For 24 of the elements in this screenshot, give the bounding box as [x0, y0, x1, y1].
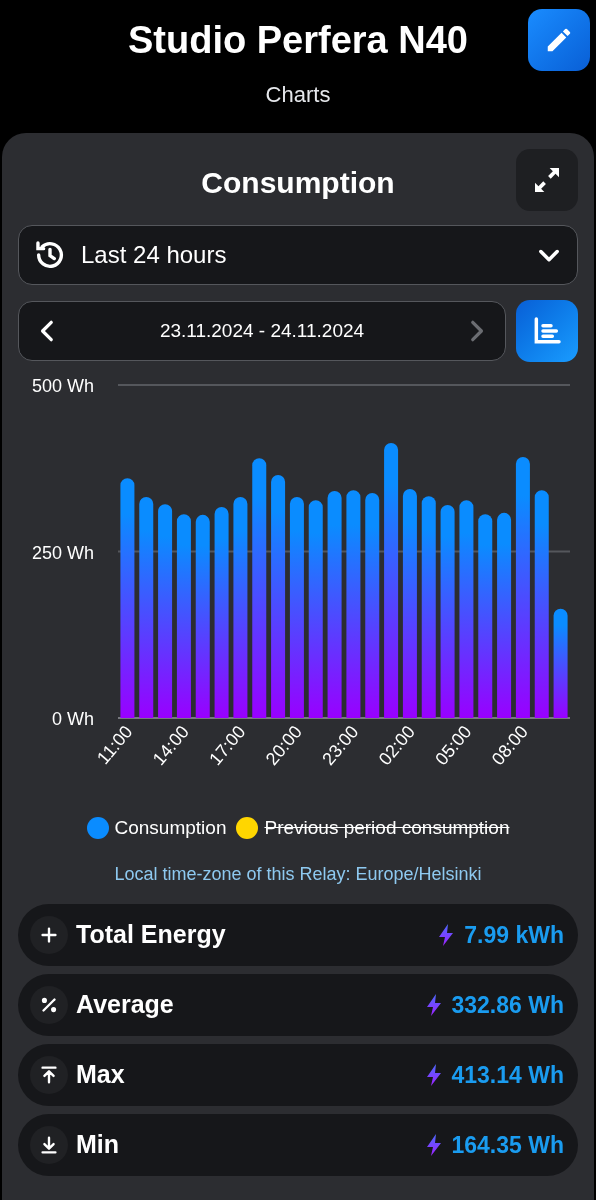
edit-button[interactable]	[528, 9, 590, 71]
stat-label: Min	[76, 1129, 121, 1161]
stat-label: Total Energy	[76, 919, 227, 951]
card-title: Consumption	[201, 164, 395, 201]
chart-type-button[interactable]	[516, 300, 578, 362]
legend-item[interactable]: Consumption	[86, 813, 227, 843]
stat-value: 332.86 Wh	[451, 990, 564, 1020]
y-axis-label: 0 Wh	[52, 709, 94, 729]
timezone-note: Local time-zone of this Relay: Europe/Helsinki	[113, 863, 483, 886]
stat-value: 413.14 Wh	[451, 1060, 564, 1090]
y-axis-label: 500 Wh	[31, 376, 94, 396]
fullscreen-button[interactable]	[516, 149, 578, 211]
arrow-down-to-line-icon	[38, 1134, 60, 1156]
range-dropdown[interactable]: Last 24 hours	[18, 225, 578, 285]
page-subtitle: Charts	[265, 81, 331, 109]
stat-value: 7.99 kWh	[464, 920, 564, 950]
stat-label: Max	[76, 1059, 126, 1091]
arrow-up-to-line-icon	[38, 1064, 60, 1086]
device-title: Studio Perfera N40	[128, 18, 468, 63]
stat-label: Average	[76, 989, 175, 1021]
y-axis-label: 250 Wh	[31, 542, 94, 563]
date-range: 23.11.2024 - 24.11.2024	[158, 318, 366, 343]
legend-item[interactable]: Previous period consumption	[236, 813, 510, 843]
stat-value: 164.35 Wh	[451, 1130, 564, 1160]
